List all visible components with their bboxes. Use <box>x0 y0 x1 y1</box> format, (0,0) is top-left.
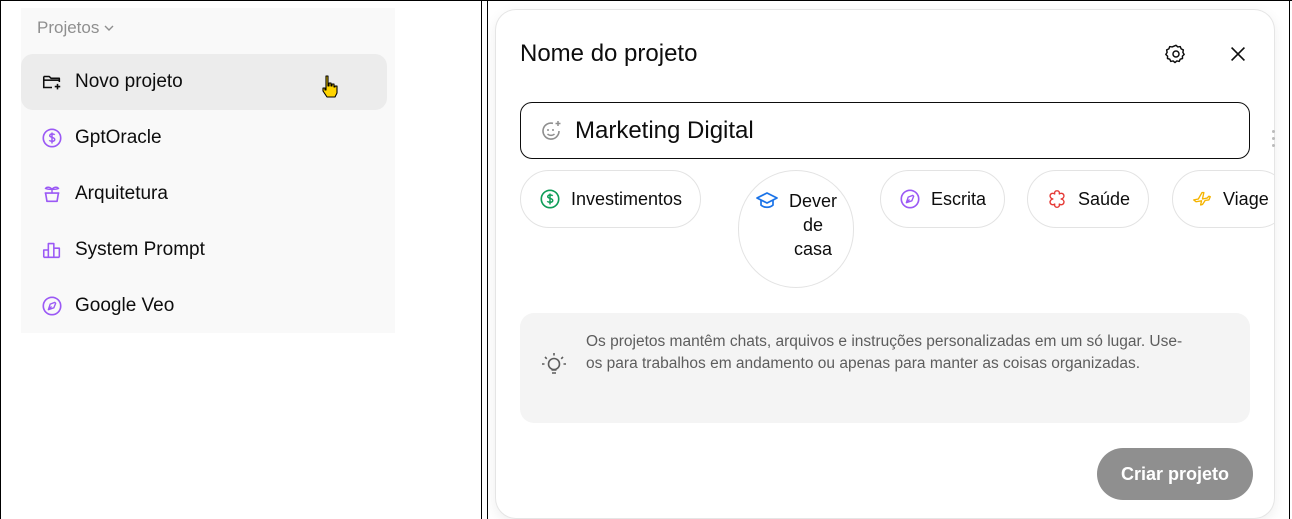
chip-label: Investimentos <box>571 188 683 209</box>
sidebar-item-gptoracle[interactable]: GptOracle <box>21 110 387 166</box>
dollar-circle-icon <box>41 127 63 149</box>
project-name-field[interactable] <box>520 102 1250 159</box>
chip-label-text: Dever de casa <box>788 191 837 259</box>
pen-nib-icon <box>41 295 63 317</box>
sidebar-item-system-prompt[interactable]: System Prompt <box>21 222 387 278</box>
folder-plus-icon <box>41 71 63 93</box>
frame-divider-left <box>481 0 482 519</box>
projects-sidebar: Projetos Novo projeto GptOracle Arquitet… <box>21 8 395 333</box>
scrollbar-handle[interactable] <box>1272 130 1276 151</box>
chip-saude[interactable]: Saúde <box>1027 170 1150 228</box>
sidebar-item-label: Novo projeto <box>75 71 183 92</box>
frame-divider-right <box>487 0 488 519</box>
project-name-input[interactable] <box>575 116 1215 145</box>
pen-nib-icon <box>900 189 920 209</box>
projects-section-title: Projetos <box>37 18 100 37</box>
graduation-cap-icon <box>756 192 778 209</box>
chip-investimentos[interactable]: Investimentos <box>520 170 702 228</box>
new-project-dialog: Nome do projeto Investimentos Dever de c… <box>496 10 1274 518</box>
sidebar-item-new-project[interactable]: Novo projeto <box>21 54 387 110</box>
sidebar-item-label: System Prompt <box>75 239 205 260</box>
info-box: Os projetos mantêm chats, arquivos e ins… <box>520 313 1250 423</box>
sidebar-item-label: Arquitetura <box>75 183 168 204</box>
close-icon <box>1230 46 1246 62</box>
sidebar-item-arquitetura[interactable]: Arquitetura <box>21 166 387 222</box>
chip-label: Escrita <box>931 188 987 209</box>
sidebar-item-label: GptOracle <box>75 127 162 148</box>
close-button[interactable] <box>1224 40 1252 68</box>
chip-label: Saúde <box>1078 188 1131 209</box>
gear-icon <box>1165 44 1185 64</box>
lightbulb-icon <box>542 353 566 374</box>
dialog-title: Nome do projeto <box>520 40 698 67</box>
chip-escrita[interactable]: Escrita <box>880 170 1006 228</box>
chip-label: Dever de casa <box>785 189 855 261</box>
info-text: Os projetos mantêm chats, arquivos e ins… <box>586 333 1183 372</box>
airplane-icon <box>1193 191 1211 206</box>
chip-viagem[interactable]: Viage <box>1172 170 1274 228</box>
chevron-down-icon <box>104 25 114 31</box>
dollar-circle-icon <box>540 189 560 209</box>
sidebar-item-label: Google Veo <box>75 295 175 316</box>
hand-cursor-icon <box>322 75 338 98</box>
frame-right <box>1289 0 1290 519</box>
frame-top <box>0 0 1292 1</box>
create-project-button[interactable]: Criar projeto <box>1097 448 1253 500</box>
chip-dever-de-casa[interactable]: Dever de casa <box>738 170 854 288</box>
frame-left <box>0 0 1 519</box>
projects-section-header[interactable]: Projetos <box>37 18 115 38</box>
health-cross-icon <box>1049 190 1065 208</box>
sidebar-item-google-veo[interactable]: Google Veo <box>21 278 387 334</box>
chip-label: Viage <box>1223 188 1269 209</box>
settings-button[interactable] <box>1162 40 1190 68</box>
plant-pot-icon <box>41 183 63 205</box>
bar-chart-icon <box>41 239 63 261</box>
emoji-add-icon[interactable] <box>539 119 563 143</box>
